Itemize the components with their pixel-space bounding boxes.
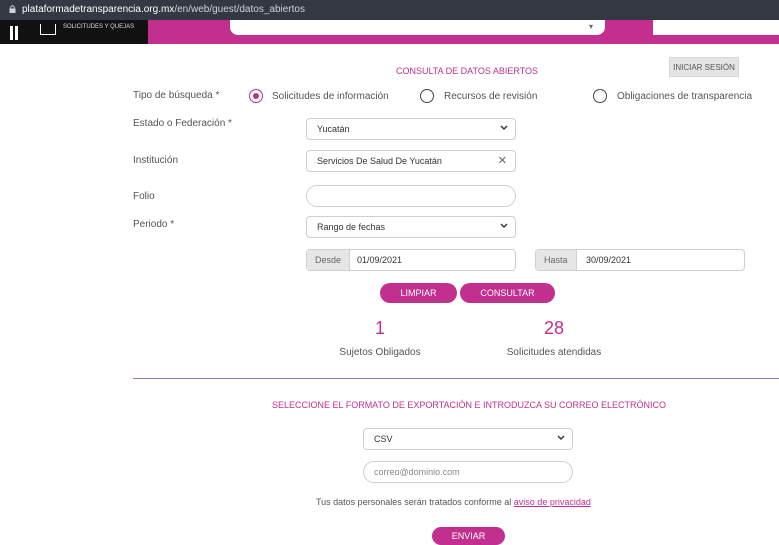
export-title: SELECCIONE EL FORMATO DE EXPORTACIÓN E I… (272, 400, 667, 410)
period-value: Rango de fechas (317, 222, 386, 232)
chevron-down-icon: ▾ (588, 22, 593, 31)
institution-field[interactable]: Servicios De Salud De Yucatán ✕ (306, 150, 516, 172)
state-label: Estado o Federación * (133, 118, 232, 129)
site-top-nav: SOLICITUDES Y QUEJAS ▾ (0, 20, 779, 44)
privacy-link[interactable]: aviso de privacidad (514, 497, 591, 507)
clear-button[interactable]: LIMPIAR (380, 283, 457, 303)
radio-solicitudes[interactable] (249, 89, 263, 103)
subjects-count: 1 (374, 318, 385, 338)
send-button[interactable]: ENVIAR (432, 527, 505, 545)
menu-grid-icon[interactable] (10, 26, 18, 40)
browser-url-bar[interactable]: plataformadetransparencia.org.mx/en/web/… (0, 0, 779, 20)
date-from-value: 01/09/2021 (357, 255, 403, 265)
clear-icon[interactable]: ✕ (498, 154, 507, 167)
lock-icon (9, 5, 16, 13)
page-title: CONSULTA DE DATOS ABIERTOS (396, 66, 539, 76)
site-search-bar[interactable]: ▾ (230, 20, 605, 35)
period-select[interactable]: Rango de fechas (306, 216, 516, 238)
chevron-down-icon (557, 435, 565, 440)
privacy-text: Tus datos personales serán tratados conf… (316, 497, 512, 507)
institution-label: Institución (133, 155, 179, 166)
radio-solicitudes-label[interactable]: Solicitudes de información (272, 91, 389, 102)
format-select[interactable]: CSV (363, 428, 573, 450)
email-input[interactable]: correo@dominio.com (363, 461, 573, 483)
folio-input[interactable] (306, 185, 516, 207)
date-to-value: 30/09/2021 (586, 255, 632, 265)
nav-right-box[interactable] (653, 20, 779, 35)
inbox-icon (40, 24, 56, 35)
state-value: Yucatán (317, 124, 350, 134)
url-text[interactable]: plataformadetransparencia.org.mx/en/web/… (22, 4, 305, 15)
radio-obligaciones[interactable] (593, 89, 607, 103)
date-from-field[interactable]: Desde 01/09/2021 (306, 249, 516, 271)
date-to-field[interactable]: Hasta 30/09/2021 (535, 249, 745, 271)
email-placeholder: correo@dominio.com (374, 467, 460, 477)
institution-value: Servicios De Salud De Yucatán (317, 156, 442, 166)
period-label: Periodo * (133, 219, 175, 230)
login-button[interactable]: INICIAR SESIÓN (669, 57, 739, 77)
radio-recursos[interactable] (420, 89, 434, 103)
query-button[interactable]: CONSULTAR (460, 283, 555, 303)
format-value: CSV (374, 434, 393, 444)
requests-label: Solicitudes atendidas (506, 347, 602, 358)
requests-count: 28 (543, 318, 565, 338)
search-type-label: Tipo de búsqueda * (133, 90, 220, 101)
section-divider (133, 378, 779, 379)
privacy-notice: Tus datos personales serán tratados conf… (316, 497, 591, 507)
nav-complaints-label[interactable]: SOLICITUDES Y QUEJAS (63, 24, 134, 30)
subjects-label: Sujetos Obligados (339, 347, 421, 358)
chevron-down-icon (500, 125, 508, 130)
nav-left-section: SOLICITUDES Y QUEJAS (0, 20, 148, 44)
radio-obligaciones-label[interactable]: Obligaciones de transparencia (617, 91, 752, 102)
state-select[interactable]: Yucatán (306, 118, 516, 140)
date-to-label: Hasta (536, 250, 577, 270)
chevron-down-icon (500, 223, 508, 228)
radio-recursos-label[interactable]: Recursos de revisión (444, 91, 537, 102)
folio-label: Folio (133, 191, 155, 202)
date-from-label: Desde (307, 250, 351, 270)
